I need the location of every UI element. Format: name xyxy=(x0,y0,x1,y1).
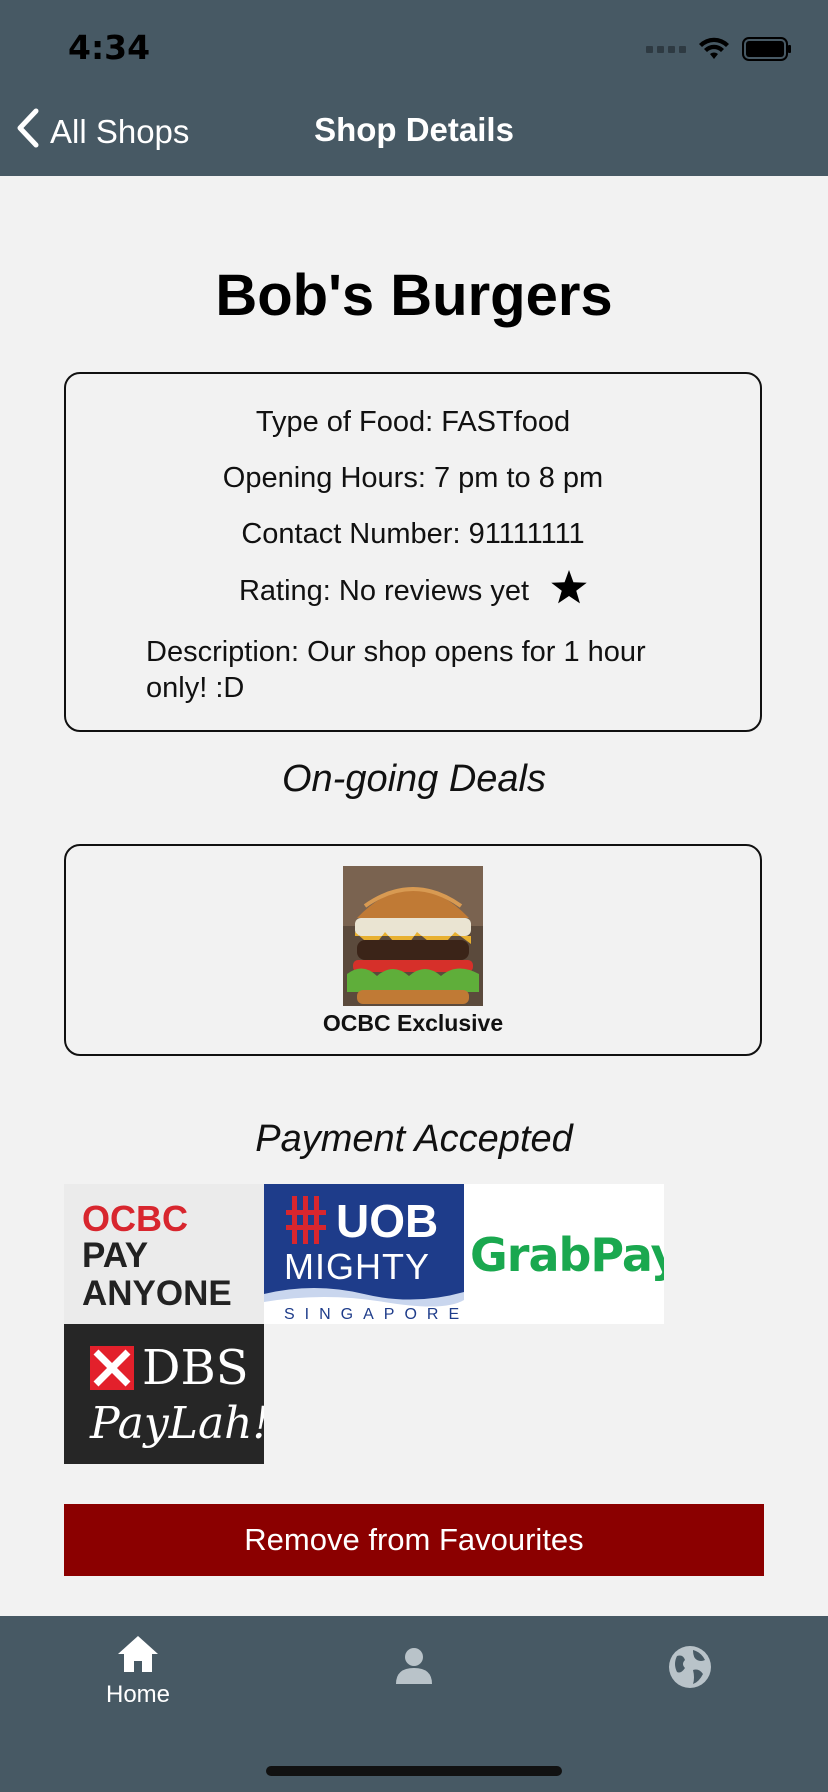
remove-from-favourites-button[interactable]: Remove from Favourites xyxy=(64,1504,764,1576)
mighty-text: MIGHTY xyxy=(284,1246,430,1287)
opening-hours: Opening Hours: 7 pm to 8 pm xyxy=(222,462,604,494)
wifi-icon xyxy=(698,37,730,61)
type-of-food: Type of Food: FASTfood xyxy=(255,406,571,438)
home-icon xyxy=(118,1636,158,1672)
anyone-text: ANYONE xyxy=(82,1274,232,1313)
globe-icon xyxy=(669,1646,711,1688)
singapore-text: SINGAPORE xyxy=(284,1306,464,1323)
paylah-text: PayLah! xyxy=(90,1398,264,1449)
navigation-bar: 4:34 All Shops Shop Details xyxy=(0,0,828,176)
cellular-signal-icon xyxy=(646,45,686,53)
shop-name: Bob's Burgers xyxy=(215,263,613,328)
dbs-paylah-logo: DBS PayLah! xyxy=(64,1324,264,1464)
deals-title: On-going Deals xyxy=(281,758,547,800)
back-label: All Shops xyxy=(50,113,190,150)
uob-mighty-logo: UOB MIGHTY SINGAPORE xyxy=(264,1184,464,1324)
tab-home-label: Home xyxy=(105,1681,171,1708)
grabpay-logo: GrabPay xyxy=(464,1184,664,1324)
uob-emblem-icon xyxy=(286,1196,326,1244)
dbs-star-icon xyxy=(90,1346,134,1390)
burger-image xyxy=(343,866,483,1006)
star-icon[interactable] xyxy=(551,570,587,612)
uob-text: UOB xyxy=(336,1195,439,1247)
person-icon xyxy=(396,1648,432,1684)
status-icons xyxy=(646,34,792,64)
contact-number: Contact Number: 91111111 xyxy=(241,518,585,550)
payments-title: Payment Accepted xyxy=(255,1118,573,1160)
ocbc-text: OCBC xyxy=(82,1198,188,1239)
chevron-left-icon xyxy=(14,108,40,156)
pay-text: PAY xyxy=(82,1236,149,1275)
ocbc-pay-anyone-logo: OCBC PAY ANYONE xyxy=(64,1184,264,1324)
tab-home[interactable]: Home xyxy=(58,1634,218,1709)
back-button[interactable]: All Shops xyxy=(14,108,189,156)
tab-explore[interactable] xyxy=(610,1644,770,1695)
deals-card: OCBC Exclusive xyxy=(64,844,762,1056)
shop-description: Description: Our shop opens for 1 hour o… xyxy=(146,636,646,704)
rating-row: Rating: No reviews yet xyxy=(66,570,760,612)
rating-text: Rating: No reviews yet xyxy=(238,574,530,607)
home-indicator xyxy=(266,1766,562,1776)
shop-info-card: Type of Food: FASTfood Opening Hours: 7 … xyxy=(64,372,762,732)
deal-item[interactable]: OCBC Exclusive xyxy=(283,866,543,1037)
deal-label: OCBC Exclusive xyxy=(322,1010,504,1036)
grabpay-text: GrabPay xyxy=(470,1228,664,1282)
status-time: 4:34 xyxy=(68,28,151,67)
battery-icon xyxy=(742,37,792,61)
dbs-text: DBS xyxy=(142,1340,249,1396)
tab-profile[interactable] xyxy=(334,1646,494,1691)
